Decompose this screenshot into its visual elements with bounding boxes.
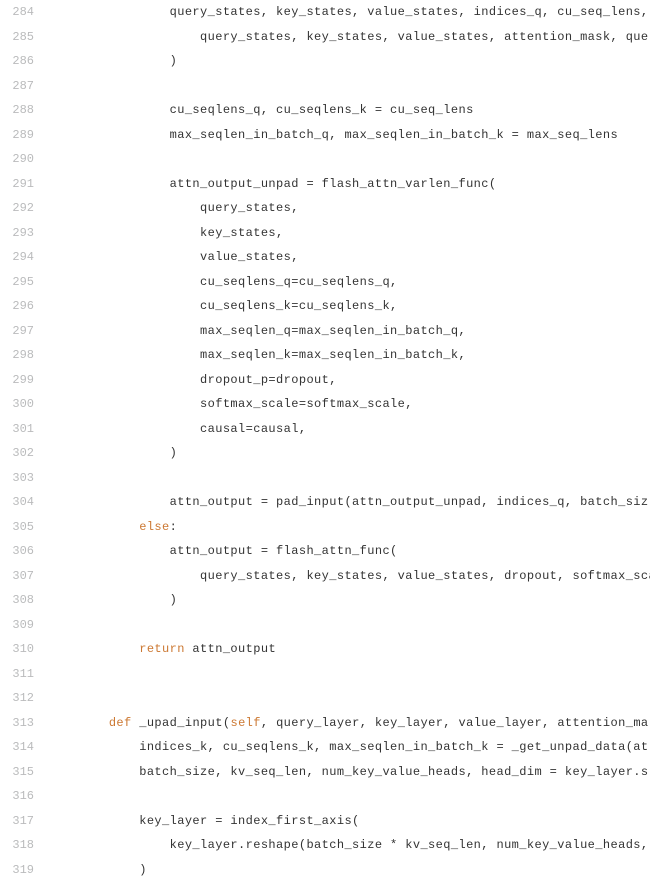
line-number: 295 (0, 270, 34, 295)
line-number: 319 (0, 858, 34, 883)
code-line[interactable]: max_seqlen_in_batch_q, max_seqlen_in_bat… (48, 123, 650, 148)
line-number: 312 (0, 686, 34, 711)
line-number: 305 (0, 515, 34, 540)
line-number: 289 (0, 123, 34, 148)
code-line[interactable] (48, 784, 650, 809)
code-line[interactable]: ) (48, 49, 650, 74)
code-line[interactable]: ) (48, 858, 650, 883)
line-number: 298 (0, 343, 34, 368)
code-line[interactable]: key_layer = index_first_axis( (48, 809, 650, 834)
line-number-gutter: 2842852862872882892902912922932942952962… (0, 0, 44, 883)
line-number: 304 (0, 490, 34, 515)
code-line[interactable] (48, 147, 650, 172)
code-line[interactable]: return attn_output (48, 637, 650, 662)
line-number: 311 (0, 662, 34, 687)
line-number: 307 (0, 564, 34, 589)
line-number: 292 (0, 196, 34, 221)
code-line[interactable]: max_seqlen_q=max_seqlen_in_batch_q, (48, 319, 650, 344)
code-line[interactable]: key_layer.reshape(batch_size * kv_seq_le… (48, 833, 650, 858)
line-number: 286 (0, 49, 34, 74)
code-content-area[interactable]: query_states, key_states, value_states, … (44, 0, 650, 883)
line-number: 302 (0, 441, 34, 466)
line-number: 313 (0, 711, 34, 736)
code-line[interactable] (48, 74, 650, 99)
code-line[interactable]: key_states, (48, 221, 650, 246)
line-number: 285 (0, 25, 34, 50)
code-line[interactable]: cu_seqlens_k=cu_seqlens_k, (48, 294, 650, 319)
code-line[interactable]: softmax_scale=softmax_scale, (48, 392, 650, 417)
line-number: 299 (0, 368, 34, 393)
code-line[interactable]: query_states, (48, 196, 650, 221)
line-number: 317 (0, 809, 34, 834)
code-line[interactable] (48, 466, 650, 491)
code-line[interactable]: value_states, (48, 245, 650, 270)
code-line[interactable]: attn_output = pad_input(attn_output_unpa… (48, 490, 650, 515)
line-number: 303 (0, 466, 34, 491)
line-number: 296 (0, 294, 34, 319)
line-number: 290 (0, 147, 34, 172)
code-line[interactable]: cu_seqlens_q=cu_seqlens_q, (48, 270, 650, 295)
line-number: 293 (0, 221, 34, 246)
line-number: 316 (0, 784, 34, 809)
code-line[interactable]: query_states, key_states, value_states, … (48, 564, 650, 589)
line-number: 315 (0, 760, 34, 785)
code-line[interactable]: indices_k, cu_seqlens_k, max_seqlen_in_b… (48, 735, 650, 760)
line-number: 291 (0, 172, 34, 197)
code-line[interactable]: query_states, key_states, value_states, … (48, 25, 650, 50)
code-line[interactable]: causal=causal, (48, 417, 650, 442)
line-number: 287 (0, 74, 34, 99)
line-number: 318 (0, 833, 34, 858)
line-number: 308 (0, 588, 34, 613)
code-line[interactable]: def _upad_input(self, query_layer, key_l… (48, 711, 650, 736)
line-number: 309 (0, 613, 34, 638)
code-line[interactable] (48, 686, 650, 711)
code-line[interactable] (48, 613, 650, 638)
code-line[interactable]: batch_size, kv_seq_len, num_key_value_he… (48, 760, 650, 785)
code-line[interactable]: query_states, key_states, value_states, … (48, 0, 650, 25)
line-number: 297 (0, 319, 34, 344)
code-line[interactable]: max_seqlen_k=max_seqlen_in_batch_k, (48, 343, 650, 368)
code-line[interactable]: ) (48, 441, 650, 466)
line-number: 310 (0, 637, 34, 662)
line-number: 284 (0, 0, 34, 25)
line-number: 288 (0, 98, 34, 123)
code-line[interactable]: cu_seqlens_q, cu_seqlens_k = cu_seq_lens (48, 98, 650, 123)
code-line[interactable]: attn_output = flash_attn_func( (48, 539, 650, 564)
code-line[interactable] (48, 662, 650, 687)
line-number: 314 (0, 735, 34, 760)
line-number: 300 (0, 392, 34, 417)
code-line[interactable]: else: (48, 515, 650, 540)
line-number: 294 (0, 245, 34, 270)
code-line[interactable]: dropout_p=dropout, (48, 368, 650, 393)
line-number: 301 (0, 417, 34, 442)
line-number: 306 (0, 539, 34, 564)
code-line[interactable]: attn_output_unpad = flash_attn_varlen_fu… (48, 172, 650, 197)
code-editor[interactable]: 2842852862872882892902912922932942952962… (0, 0, 650, 883)
code-line[interactable]: ) (48, 588, 650, 613)
